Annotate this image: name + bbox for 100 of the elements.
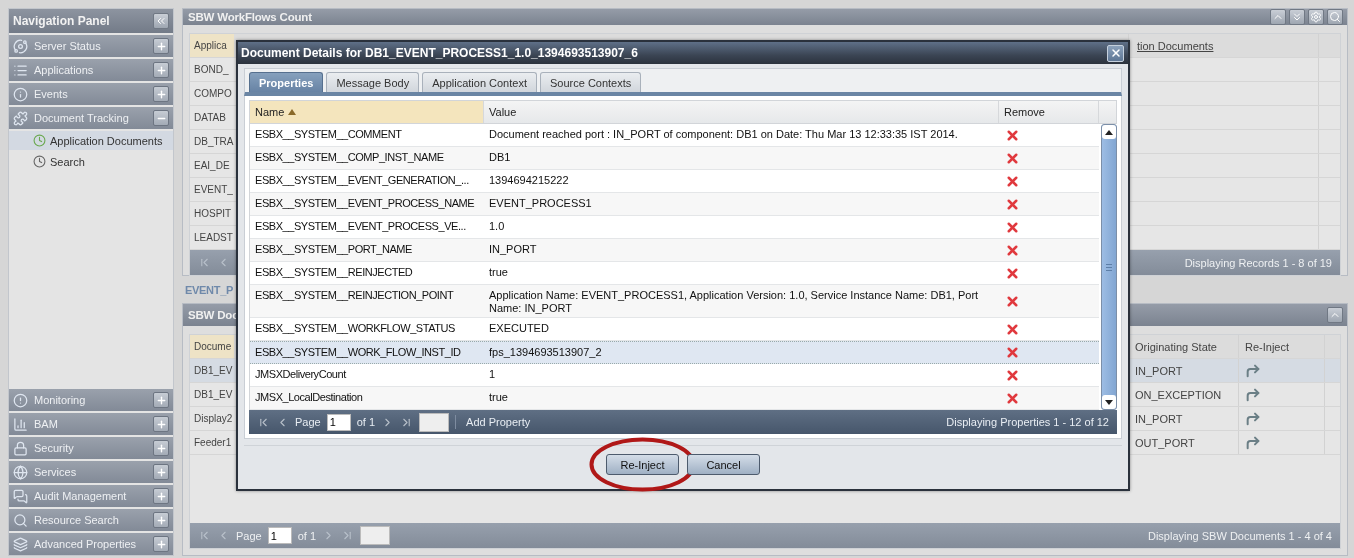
tab[interactable]: Message Body [326, 72, 420, 92]
remove-icon[interactable] [1005, 265, 1020, 281]
dialog-button[interactable]: Cancel [687, 454, 760, 475]
remove-icon[interactable] [1005, 219, 1020, 235]
plus-icon [155, 418, 167, 430]
table-cell-text: DB1 [488, 150, 512, 165]
table-cell-text: DB1_EV [193, 364, 234, 378]
page-label: Page [295, 416, 321, 428]
page-size-input[interactable] [419, 412, 450, 432]
collapse-panel-button[interactable] [153, 13, 169, 29]
curved-arrow-icon[interactable] [1245, 434, 1261, 451]
table-row[interactable]: ESBX__SYSTEM__REINJECTION_POINT Application Name: EVENT_PROCESS1, Application Version: 1.0, Service Instance Name: DB1, Port Name: IN_PORT [250, 285, 1099, 318]
collapse-up-button[interactable] [1270, 9, 1286, 25]
table-cell-text: true [488, 265, 509, 280]
expand-button[interactable] [153, 464, 169, 480]
remove-icon[interactable] [1005, 321, 1020, 337]
collapse-up-button[interactable] [1327, 307, 1343, 323]
remove-icon[interactable] [1005, 127, 1020, 143]
table-cell-text: ESBX__SYSTEM__PORT_NAME [254, 242, 413, 257]
expand-button[interactable] [153, 62, 169, 78]
plus-icon [155, 64, 167, 76]
remove-icon[interactable] [1005, 242, 1020, 258]
tree-item[interactable]: Search [9, 152, 173, 171]
table-row[interactable]: JMSX_LocalDestination true [250, 387, 1099, 410]
column-header[interactable]: tion Documents [1135, 39, 1214, 52]
remove-icon[interactable] [1005, 173, 1020, 189]
expand-down-button[interactable] [1289, 9, 1305, 25]
table-cell-text: Feeder1 [193, 436, 233, 450]
collapse-button[interactable] [153, 110, 169, 126]
table-cell-text: EVENT_PROCESS1 [488, 196, 593, 211]
page-input[interactable]: 1 [267, 527, 292, 544]
table-cell-text: COMPO [193, 87, 233, 101]
table-cell-text: 1 [488, 367, 497, 382]
remove-icon[interactable] [1005, 367, 1020, 383]
tab[interactable]: Source Contexts [539, 72, 642, 92]
table-cell-text: EXECUTED [488, 321, 550, 336]
chart-icon [13, 416, 28, 432]
column-header[interactable]: Re-Inject [1238, 335, 1324, 358]
scroll-down-icon[interactable] [1105, 399, 1113, 405]
add-property-button[interactable]: Add Property [462, 416, 535, 428]
orbit-icon [13, 38, 28, 54]
plus-icon [155, 466, 167, 478]
table-cell-text: 1.0 [488, 219, 506, 234]
column-header[interactable]: Remove [999, 101, 1099, 123]
remove-icon[interactable] [1005, 345, 1020, 360]
remove-icon[interactable] [1005, 390, 1020, 406]
table-cell-text: LEADST [193, 231, 234, 245]
remove-icon[interactable] [1005, 150, 1020, 166]
search-icon [1329, 11, 1341, 23]
puzzle-icon [13, 110, 28, 126]
chat-icon [13, 488, 28, 504]
page-size-input[interactable] [360, 526, 391, 545]
table-row[interactable]: ESBX__SYSTEM__PORT_NAME IN_PORT [250, 239, 1099, 262]
page-count: of 1 [297, 529, 317, 542]
pager-status: Displaying Properties 1 - 12 of 12 [946, 416, 1109, 428]
table-row[interactable]: ESBX__SYSTEM__EVENT_PROCESS_NAME EVENT_PROCESS1 [250, 193, 1099, 216]
tree-item[interactable]: Application Documents [9, 131, 173, 150]
expand-button[interactable] [153, 512, 169, 528]
close-button[interactable] [1107, 44, 1124, 62]
curved-arrow-icon[interactable] [1245, 362, 1261, 379]
alert-icon [13, 392, 28, 408]
plus-icon [155, 40, 167, 52]
pager-status: Displaying Records 1 - 8 of 19 [1184, 256, 1332, 269]
column-header[interactable]: Value [484, 101, 999, 123]
expand-button[interactable] [153, 536, 169, 552]
table-cell-text: IN_PORT [488, 242, 538, 257]
settings-button[interactable] [1308, 9, 1324, 25]
expand-button[interactable] [153, 86, 169, 102]
expand-button[interactable] [153, 488, 169, 504]
remove-icon[interactable] [1005, 293, 1020, 309]
table-cell-text: Application Name: EVENT_PROCESS1, Application Version: 1.0, Service Instance Name: DB1, Port Name: IN_PORT [488, 288, 980, 316]
table-cell-text: fps_1394693513907_2 [488, 345, 603, 360]
expand-button[interactable] [153, 392, 169, 408]
table-cell-text: DB_TRA [193, 135, 234, 149]
table-row[interactable]: ESBX__SYSTEM__WORK_FLOW_INST_ID fps_1394693513907_2 [250, 341, 1099, 364]
expand-button[interactable] [153, 440, 169, 456]
expand-button[interactable] [153, 38, 169, 54]
column-header[interactable]: Applica [190, 34, 234, 57]
plus-icon [155, 514, 167, 526]
page-label: Page [236, 529, 262, 542]
double-chevron-left-icon [155, 15, 167, 27]
curved-arrow-icon[interactable] [1245, 386, 1261, 403]
scrollbar[interactable] [1101, 124, 1117, 410]
tab[interactable]: Application Context [422, 72, 537, 92]
remove-icon[interactable] [1005, 196, 1020, 212]
column-header[interactable]: Docume [190, 335, 234, 358]
dialog-button[interactable]: Re-Inject [606, 454, 679, 475]
page-input[interactable]: 1 [326, 413, 351, 431]
table-cell-text: ESBX__SYSTEM__EVENT_GENERATION_... [254, 173, 470, 188]
search-button[interactable] [1327, 9, 1343, 25]
plus-icon [155, 490, 167, 502]
table-cell-text: ESBX__SYSTEM__EVENT_PROCESS_VE... [254, 219, 467, 234]
expand-button[interactable] [153, 416, 169, 432]
curved-arrow-icon[interactable] [1245, 410, 1261, 427]
table-cell-text: ESBX__SYSTEM__WORKFLOW_STATUS [254, 321, 456, 336]
table-cell-text: 1394694215222 [488, 173, 570, 188]
table-cell-text: HOSPIT [193, 207, 233, 221]
column-header[interactable]: Name [250, 101, 484, 123]
plus-icon [155, 442, 167, 454]
table-row[interactable]: ESBX__SYSTEM__COMP_INST_NAME DB1 [250, 147, 1099, 170]
